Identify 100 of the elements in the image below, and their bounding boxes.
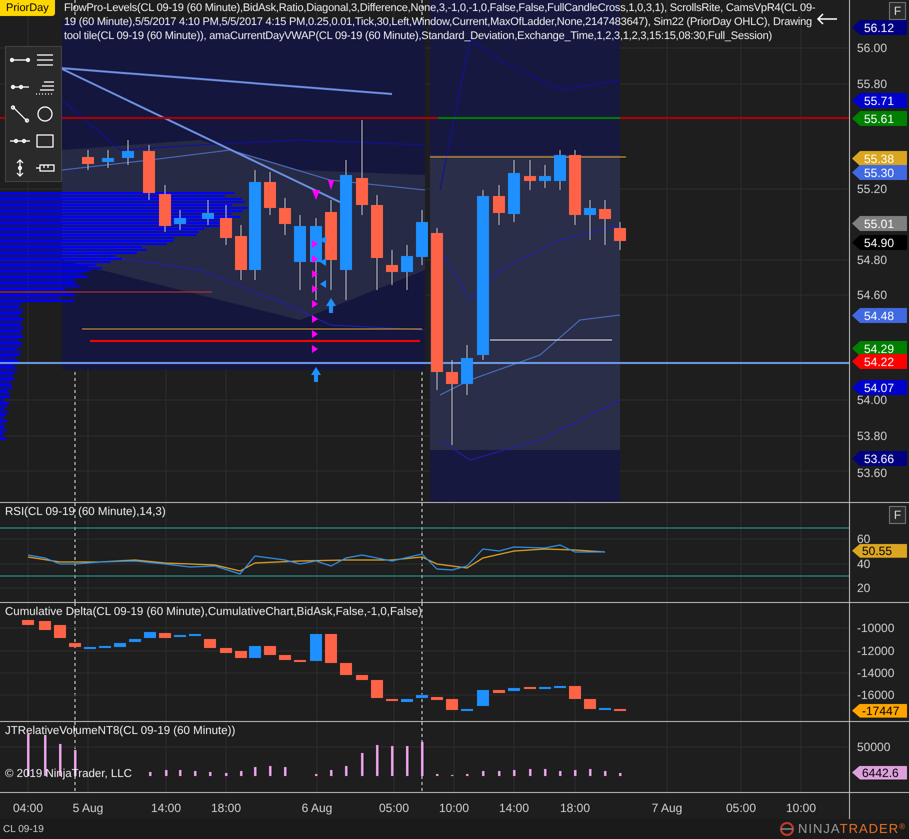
candle <box>477 690 489 706</box>
axis-tick-label: -16000 <box>857 688 894 701</box>
value-marker: 50.55 <box>852 544 907 558</box>
candle <box>431 696 443 700</box>
volume-bar <box>559 770 562 776</box>
price-marker: 54.90 <box>852 235 907 250</box>
volume-bar <box>165 770 168 776</box>
candle <box>279 654 291 660</box>
price-marker: 56.12 <box>852 20 907 35</box>
candle <box>235 224 247 280</box>
candle <box>279 198 291 236</box>
candle <box>144 632 156 638</box>
axis-tick-label: 53.80 <box>857 430 888 442</box>
candle <box>129 638 141 642</box>
candle <box>416 210 428 266</box>
candle <box>294 660 306 662</box>
candle <box>539 164 551 188</box>
volume-bar <box>209 772 212 776</box>
axis-tick-label: 55.20 <box>857 183 888 195</box>
candle <box>69 642 81 647</box>
volume-bar <box>284 766 286 776</box>
arrow-left-icon[interactable] <box>816 13 838 25</box>
candle <box>493 690 505 693</box>
price-marker: 55.38 <box>852 151 907 166</box>
candle <box>524 686 536 689</box>
axis-tick-label: -14000 <box>857 666 894 679</box>
candle <box>386 250 398 286</box>
candle <box>310 634 322 661</box>
volume-bar <box>254 766 256 776</box>
candle <box>386 698 398 701</box>
diagonal-line-icon[interactable] <box>9 105 31 123</box>
candle <box>22 620 34 625</box>
candle <box>204 638 216 648</box>
volume-bar <box>604 770 606 776</box>
candle <box>99 646 111 648</box>
candle <box>508 688 520 691</box>
axis-tick-label: 50000 <box>857 740 890 753</box>
volume-bar <box>574 770 576 776</box>
value-marker: -17447 <box>852 704 907 718</box>
candle <box>401 244 413 290</box>
candle <box>264 646 276 655</box>
study-badge[interactable]: PriorDay <box>0 0 55 16</box>
time-axis-label: 04:00 <box>12 800 44 816</box>
candle <box>614 222 626 250</box>
volume-bar <box>225 772 228 776</box>
volume-bar <box>619 772 622 776</box>
volume-bar <box>330 770 332 776</box>
rectangle-icon[interactable] <box>34 132 56 150</box>
candle <box>569 686 581 699</box>
time-axis-label: 14:00 <box>498 800 530 816</box>
candle <box>220 648 232 653</box>
candle <box>174 634 186 637</box>
price-marker: 55.71 <box>852 93 907 108</box>
axis-tick-label: 54.60 <box>857 289 888 301</box>
format-button[interactable]: F <box>889 506 906 524</box>
candle <box>539 686 551 689</box>
volume-bar <box>391 746 394 776</box>
time-axis-label: 14:00 <box>150 800 182 816</box>
time-axis-label: 18:00 <box>210 800 242 816</box>
volume-bar <box>589 768 592 776</box>
candle <box>401 698 413 702</box>
axis-tick-label: 54.80 <box>857 254 888 266</box>
candle <box>249 646 261 658</box>
time-axis-label: 05:00 <box>726 800 756 816</box>
volume-bar <box>498 770 500 776</box>
candle <box>39 620 51 630</box>
candle <box>174 210 186 230</box>
volume-bar <box>421 742 424 776</box>
volume-bar <box>44 734 46 776</box>
candle <box>202 200 214 226</box>
volume-bar <box>194 770 196 776</box>
candle <box>325 634 337 663</box>
axis-tick-label: 54.00 <box>857 394 888 406</box>
price-marker: 54.48 <box>852 308 907 323</box>
candle <box>220 204 232 246</box>
volume-bar <box>240 770 242 776</box>
study-label: JTRelativeVolumeNT8(CL 09-19 (60 Minute)) <box>5 724 236 738</box>
candle <box>446 698 458 710</box>
candle <box>599 708 611 710</box>
candle <box>554 686 566 688</box>
candle <box>264 172 276 216</box>
candle <box>102 150 114 168</box>
volume-bar <box>513 770 516 776</box>
volume-bar <box>544 768 546 776</box>
candle <box>159 632 171 638</box>
volume-bar <box>376 744 378 776</box>
volume-bar <box>466 774 468 776</box>
study-label: Cumulative Delta(CL 09-19 (60 Minute),CumulativeChart,BidAsk,False,-1,0,False) <box>5 604 422 619</box>
axis-tick-label: 56.00 <box>857 42 888 54</box>
time-axis-label: 5 Aug <box>72 800 104 816</box>
price-marker: 54.07 <box>852 380 907 395</box>
axis-tick-label: 55.80 <box>857 78 888 90</box>
logo-icon <box>779 822 796 836</box>
axis-tick-label: 40 <box>857 558 870 570</box>
candle <box>82 150 94 170</box>
candle <box>554 150 566 190</box>
price-marker: 54.22 <box>852 354 907 369</box>
axis-tick-label: -12000 <box>857 644 894 657</box>
candle <box>584 698 596 709</box>
format-button[interactable]: F <box>889 2 906 20</box>
